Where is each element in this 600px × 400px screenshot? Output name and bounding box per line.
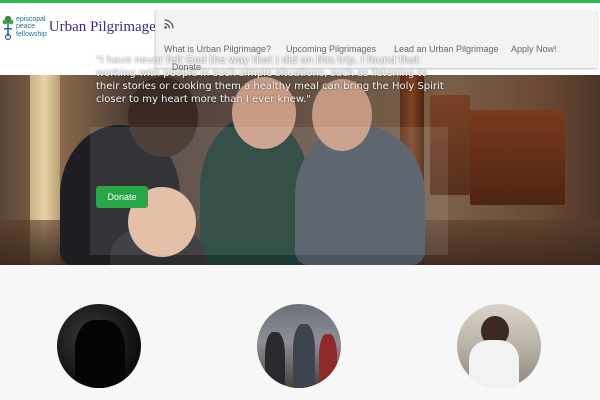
donate-button[interactable]: Donate [96, 186, 148, 208]
hero-quote: "I have never felt God the way that I di… [96, 55, 444, 105]
site-title[interactable]: Urban Pilgrimage [49, 19, 156, 36]
feature-image-3[interactable] [457, 304, 541, 388]
rss-icon[interactable] [164, 16, 174, 29]
feature-image-1-figure [75, 320, 125, 388]
feature-image-1[interactable] [57, 304, 141, 388]
feature-image-2-figure-b [293, 324, 315, 388]
feature-image-2[interactable] [257, 304, 341, 388]
hero-pew [470, 110, 565, 205]
site-logo[interactable]: episcopal peace fellowship Urban Pilgrim… [2, 13, 156, 41]
org-name-line2: peace [16, 23, 36, 31]
nav-item-apply-now[interactable]: Apply Now! [511, 39, 557, 59]
feature-image-2-figure-c [319, 334, 337, 388]
feature-image-3-figure [469, 340, 519, 388]
org-name-line3: fellowship [16, 30, 47, 38]
org-name: episcopal peace fellowship [16, 16, 47, 39]
org-name-line1: episcopal [16, 15, 46, 23]
tree-cross-icon [2, 14, 14, 40]
feature-image-2-figure-a [265, 332, 285, 388]
